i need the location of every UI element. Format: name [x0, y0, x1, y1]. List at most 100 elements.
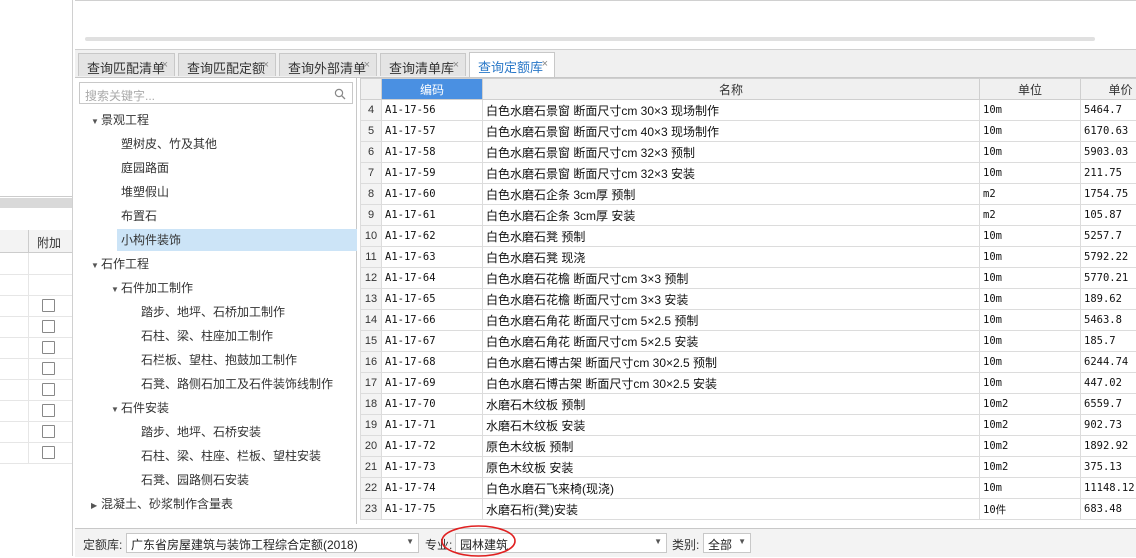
- table-row[interactable]: 16A1-17-68白色水磨石博古架 断面尺寸cm 30×2.5 预制10m62…: [361, 352, 1136, 373]
- tree-node[interactable]: 堆塑假山: [121, 181, 169, 203]
- code-cell[interactable]: A1-17-69: [382, 373, 483, 394]
- unit-cell[interactable]: 10m: [980, 142, 1081, 163]
- close-icon[interactable]: ×: [263, 59, 269, 71]
- name-cell[interactable]: 白色水磨石景窗 断面尺寸cm 30×3 现场制作: [483, 100, 980, 121]
- name-cell[interactable]: 白色水磨石角花 断面尺寸cm 5×2.5 预制: [483, 310, 980, 331]
- table-row[interactable]: 6A1-17-58白色水磨石景窗 断面尺寸cm 32×3 预制10m5903.0…: [361, 142, 1136, 163]
- code-cell[interactable]: A1-17-64: [382, 268, 483, 289]
- attach-checkbox[interactable]: [42, 341, 55, 354]
- table-row[interactable]: 14A1-17-66白色水磨石角花 断面尺寸cm 5×2.5 预制10m5463…: [361, 310, 1136, 331]
- unit-cell[interactable]: 10m2: [980, 394, 1081, 415]
- code-cell[interactable]: A1-17-72: [382, 436, 483, 457]
- name-cell[interactable]: 白色水磨石花檐 断面尺寸cm 3×3 安装: [483, 289, 980, 310]
- name-cell[interactable]: 原色木纹板 预制: [483, 436, 980, 457]
- unit-cell[interactable]: 10件: [980, 499, 1081, 520]
- close-icon[interactable]: ×: [364, 59, 370, 71]
- code-cell[interactable]: A1-17-75: [382, 499, 483, 520]
- price-cell[interactable]: 447.02: [1081, 373, 1136, 394]
- expand-arrow-icon[interactable]: ▼: [111, 399, 121, 421]
- tree-node[interactable]: 石柱、梁、柱座加工制作: [141, 325, 273, 347]
- unit-cell[interactable]: 10m2: [980, 415, 1081, 436]
- expand-arrow-icon[interactable]: ▼: [91, 111, 101, 133]
- tab-match-quota[interactable]: 查询匹配定额×: [178, 53, 276, 76]
- attach-checkbox[interactable]: [42, 320, 55, 333]
- code-cell[interactable]: A1-17-62: [382, 226, 483, 247]
- attach-checkbox[interactable]: [42, 425, 55, 438]
- tree-node[interactable]: 布置石: [121, 205, 157, 227]
- price-cell[interactable]: 5464.7: [1081, 100, 1136, 121]
- unit-cell[interactable]: 10m: [980, 226, 1081, 247]
- tree-node[interactable]: 石栏板、望柱、抱鼓加工制作: [141, 349, 297, 371]
- unit-cell[interactable]: 10m: [980, 289, 1081, 310]
- table-row[interactable]: 11A1-17-63白色水磨石凳 现浇10m5792.22: [361, 247, 1136, 268]
- search-icon[interactable]: [334, 88, 346, 100]
- name-cell[interactable]: 白色水磨石凳 现浇: [483, 247, 980, 268]
- name-cell[interactable]: 白色水磨石景窗 断面尺寸cm 32×3 安装: [483, 163, 980, 184]
- price-cell[interactable]: 5257.7: [1081, 226, 1136, 247]
- attach-checkbox[interactable]: [42, 404, 55, 417]
- table-row[interactable]: 18A1-17-70水磨石木纹板 预制10m26559.7: [361, 394, 1136, 415]
- code-cell[interactable]: A1-17-58: [382, 142, 483, 163]
- code-cell[interactable]: A1-17-71: [382, 415, 483, 436]
- price-cell[interactable]: 185.7: [1081, 331, 1136, 352]
- name-cell[interactable]: 白色水磨石企条 3cm厚 安装: [483, 205, 980, 226]
- table-row[interactable]: 5A1-17-57白色水磨石景窗 断面尺寸cm 40×3 现场制作10m6170…: [361, 121, 1136, 142]
- tab-external-list[interactable]: 查询外部清单×: [279, 53, 377, 76]
- tree-node[interactable]: ▼石作工程: [91, 253, 149, 275]
- price-cell[interactable]: 375.13: [1081, 457, 1136, 478]
- tree-node[interactable]: 塑树皮、竹及其他: [121, 133, 217, 155]
- unit-cell[interactable]: 10m2: [980, 457, 1081, 478]
- attach-checkbox[interactable]: [42, 299, 55, 312]
- price-cell[interactable]: 5770.21: [1081, 268, 1136, 289]
- name-column-header[interactable]: 名称: [483, 79, 980, 100]
- expand-arrow-icon[interactable]: ▼: [111, 279, 121, 301]
- tree-node[interactable]: ▼石件安装: [111, 397, 169, 419]
- tree-node[interactable]: 踏步、地坪、石桥加工制作: [141, 301, 285, 323]
- category-select[interactable]: 全部 ▼: [703, 533, 751, 553]
- unit-cell[interactable]: 10m: [980, 478, 1081, 499]
- code-cell[interactable]: A1-17-66: [382, 310, 483, 331]
- code-cell[interactable]: A1-17-61: [382, 205, 483, 226]
- name-cell[interactable]: 水磨石木纹板 安装: [483, 415, 980, 436]
- close-icon[interactable]: ×: [453, 59, 459, 71]
- price-cell[interactable]: 1754.75: [1081, 184, 1136, 205]
- unit-cell[interactable]: 10m: [980, 121, 1081, 142]
- close-icon[interactable]: ×: [542, 58, 548, 70]
- unit-column-header[interactable]: 单位: [980, 79, 1081, 100]
- name-cell[interactable]: 白色水磨石博古架 断面尺寸cm 30×2.5 安装: [483, 373, 980, 394]
- tree-node[interactable]: 小构件装饰: [117, 229, 357, 251]
- price-cell[interactable]: 11148.12: [1081, 478, 1136, 499]
- table-row[interactable]: 22A1-17-74白色水磨石飞来椅(现浇)10m11148.12: [361, 478, 1136, 499]
- close-icon[interactable]: ×: [162, 59, 168, 71]
- name-cell[interactable]: 白色水磨石花檐 断面尺寸cm 3×3 预制: [483, 268, 980, 289]
- unit-cell[interactable]: 10m: [980, 331, 1081, 352]
- table-row[interactable]: 13A1-17-65白色水磨石花檐 断面尺寸cm 3×3 安装10m189.62: [361, 289, 1136, 310]
- table-row[interactable]: 21A1-17-73原色木纹板 安装10m2375.13: [361, 457, 1136, 478]
- price-cell[interactable]: 1892.92: [1081, 436, 1136, 457]
- unit-cell[interactable]: m2: [980, 184, 1081, 205]
- table-row[interactable]: 17A1-17-69白色水磨石博古架 断面尺寸cm 30×2.5 安装10m44…: [361, 373, 1136, 394]
- price-cell[interactable]: 5792.22: [1081, 247, 1136, 268]
- code-cell[interactable]: A1-17-70: [382, 394, 483, 415]
- attach-checkbox[interactable]: [42, 446, 55, 459]
- horizontal-scrollbar[interactable]: [85, 37, 1095, 41]
- name-cell[interactable]: 白色水磨石景窗 断面尺寸cm 32×3 预制: [483, 142, 980, 163]
- name-cell[interactable]: 白色水磨石角花 断面尺寸cm 5×2.5 安装: [483, 331, 980, 352]
- table-row[interactable]: 20A1-17-72原色木纹板 预制10m21892.92: [361, 436, 1136, 457]
- unit-cell[interactable]: 10m: [980, 310, 1081, 331]
- code-cell[interactable]: A1-17-56: [382, 100, 483, 121]
- unit-cell[interactable]: 10m: [980, 352, 1081, 373]
- code-cell[interactable]: A1-17-60: [382, 184, 483, 205]
- code-cell[interactable]: A1-17-73: [382, 457, 483, 478]
- price-cell[interactable]: 211.75: [1081, 163, 1136, 184]
- tree-node[interactable]: ▶混凝土、砂浆制作含量表: [91, 493, 233, 515]
- table-row[interactable]: 12A1-17-64白色水磨石花檐 断面尺寸cm 3×3 预制10m5770.2…: [361, 268, 1136, 289]
- price-cell[interactable]: 5463.8: [1081, 310, 1136, 331]
- unit-cell[interactable]: 10m: [980, 268, 1081, 289]
- table-row[interactable]: 23A1-17-75水磨石桁(凳)安装10件683.48: [361, 499, 1136, 520]
- attach-checkbox[interactable]: [42, 362, 55, 375]
- table-row[interactable]: 19A1-17-71水磨石木纹板 安装10m2902.73: [361, 415, 1136, 436]
- tab-list-library[interactable]: 查询清单库×: [380, 53, 466, 76]
- code-cell[interactable]: A1-17-65: [382, 289, 483, 310]
- name-cell[interactable]: 原色木纹板 安装: [483, 457, 980, 478]
